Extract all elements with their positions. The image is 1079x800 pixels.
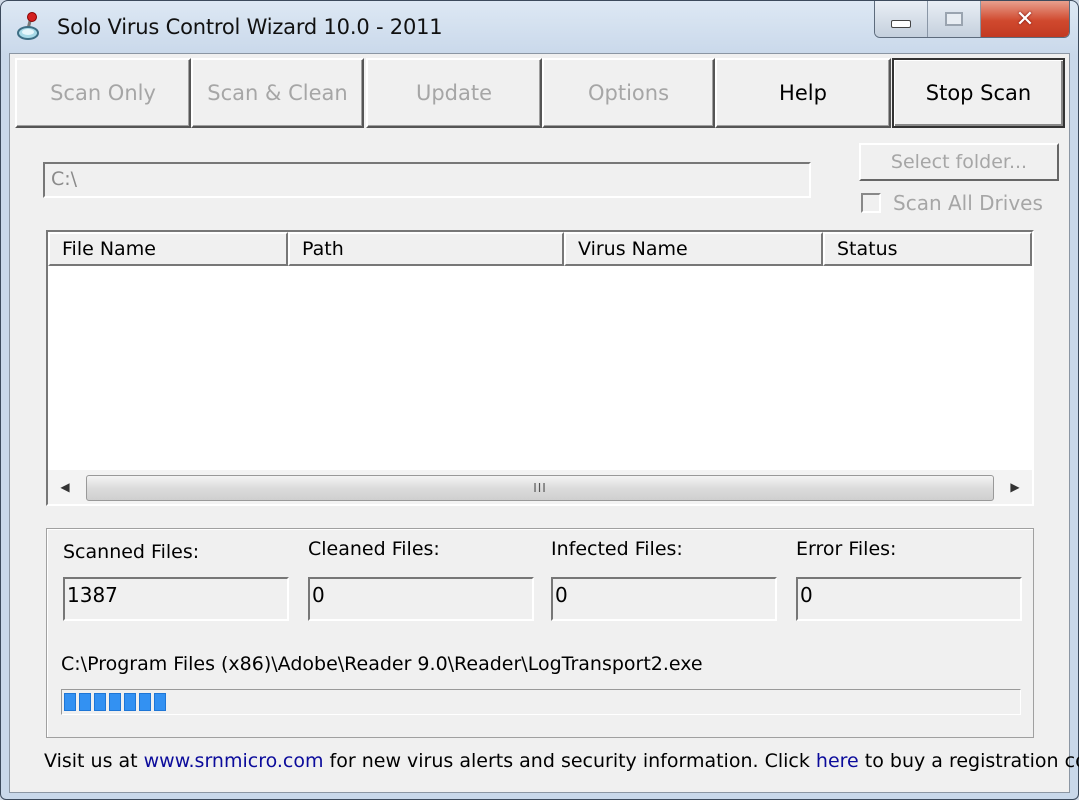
- horizontal-scrollbar[interactable]: ◀ III ▶: [48, 470, 1032, 504]
- minimize-button[interactable]: [875, 1, 928, 37]
- current-file-path: C:\Program Files (x86)\Adobe\Reader 9.0\…: [61, 653, 703, 675]
- stop-scan-button[interactable]: Stop Scan: [892, 58, 1065, 128]
- main-panel: Scan Only Scan & Clean Update Options He…: [9, 53, 1079, 793]
- progress-block: [64, 693, 76, 711]
- select-folder-button[interactable]: Select folder...: [859, 143, 1059, 181]
- stats-group: Scanned Files: 1387 Cleaned Files: 0 Inf…: [46, 528, 1034, 738]
- maximize-icon: [945, 12, 963, 26]
- minimize-icon: [891, 20, 911, 28]
- window-title: Solo Virus Control Wizard 10.0 - 2011: [57, 15, 443, 39]
- chevron-left-icon: ◀: [60, 480, 70, 494]
- scan-all-drives-option[interactable]: Scan All Drives: [861, 191, 1043, 215]
- footer-text-2: for new virus alerts and security inform…: [323, 750, 816, 772]
- scrollbar-grip: III: [533, 481, 547, 495]
- buy-registration-link[interactable]: here: [816, 750, 859, 772]
- app-icon: [17, 11, 45, 41]
- scanned-files-label: Scanned Files:: [63, 541, 200, 563]
- scan-path-input[interactable]: C:\: [43, 162, 811, 198]
- progress-block: [79, 693, 91, 711]
- progress-block: [139, 693, 151, 711]
- title-bar[interactable]: Solo Virus Control Wizard 10.0 - 2011 ✕: [1, 1, 1078, 53]
- cleaned-files-value: 0: [308, 577, 534, 621]
- column-header-virus-name[interactable]: Virus Name: [564, 232, 823, 266]
- progress-block: [154, 693, 166, 711]
- footer-text-1: Visit us at: [44, 750, 144, 772]
- footer-text: Visit us at www.srnmicro.com for new vir…: [44, 750, 1079, 772]
- error-files-label: Error Files:: [796, 538, 897, 560]
- results-list[interactable]: File Name Path Virus Name Status ◀ III ▶: [46, 230, 1034, 506]
- column-header-status[interactable]: Status: [823, 232, 1032, 266]
- list-header: File Name Path Virus Name Status: [48, 232, 1032, 266]
- caption-buttons: ✕: [874, 1, 1070, 38]
- infected-files-label: Infected Files:: [551, 538, 683, 560]
- options-button[interactable]: Options: [542, 58, 715, 128]
- infected-files-value: 0: [551, 577, 777, 621]
- cleaned-files-label: Cleaned Files:: [308, 538, 440, 560]
- scan-progress-bar: [61, 689, 1021, 715]
- website-link[interactable]: www.srnmicro.com: [144, 750, 324, 772]
- scanned-files-value: 1387: [63, 577, 289, 621]
- chevron-right-icon: ▶: [1010, 480, 1020, 494]
- footer-text-3: to buy a registration code.: [864, 750, 1079, 772]
- progress-block: [109, 693, 121, 711]
- help-button[interactable]: Help: [715, 58, 891, 128]
- close-icon: ✕: [1015, 6, 1035, 32]
- scan-all-drives-label: Scan All Drives: [893, 191, 1043, 215]
- error-files-value: 0: [796, 577, 1022, 621]
- progress-block: [124, 693, 136, 711]
- scrollbar-thumb[interactable]: III: [86, 475, 994, 501]
- scroll-left-arrow[interactable]: ◀: [48, 470, 82, 504]
- scan-and-clean-button[interactable]: Scan & Clean: [191, 58, 364, 128]
- progress-block: [94, 693, 106, 711]
- column-header-path[interactable]: Path: [288, 232, 564, 266]
- scroll-right-arrow[interactable]: ▶: [998, 470, 1032, 504]
- update-button[interactable]: Update: [366, 58, 542, 128]
- close-button[interactable]: ✕: [981, 1, 1069, 37]
- scan-only-button[interactable]: Scan Only: [15, 58, 191, 128]
- maximize-button[interactable]: [928, 1, 981, 37]
- progress-fill: [64, 693, 166, 711]
- scan-all-drives-checkbox[interactable]: [861, 193, 881, 213]
- column-header-file-name[interactable]: File Name: [48, 232, 288, 266]
- app-window: Solo Virus Control Wizard 10.0 - 2011 ✕ …: [0, 0, 1079, 800]
